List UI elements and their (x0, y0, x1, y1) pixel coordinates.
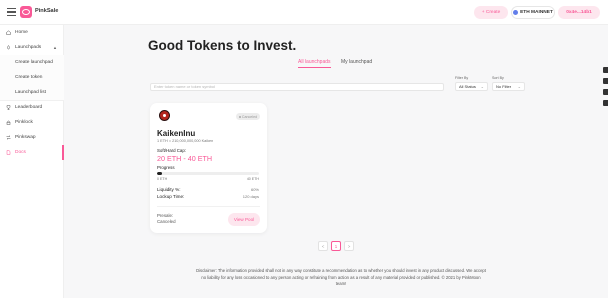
search-input[interactable]: Enter token name or token symbol (150, 83, 444, 91)
sort-select[interactable]: No Filter ⌄ (492, 82, 525, 91)
sidebar-item-launchpads[interactable]: Launchpads ▲ (0, 40, 64, 55)
chevron-down-icon: ⌄ (517, 84, 521, 89)
sidebar-item-label: Launchpad list (15, 90, 46, 95)
sidebar-item-launchpad-list[interactable]: Launchpad list (0, 85, 64, 100)
progress-label: Progress (157, 165, 175, 170)
sidebar: Home Launchpads ▲ Create launchpad Creat… (0, 25, 64, 298)
token-avatar (159, 110, 170, 121)
sidebar-item-label: Docs (15, 150, 26, 155)
view-pool-button[interactable]: View Pool (228, 213, 260, 226)
side-widget-button[interactable] (603, 89, 608, 95)
sidebar-item-home[interactable]: Home (0, 25, 64, 40)
page-title: Good Tokens to Invest. (148, 38, 297, 53)
sidebar-item-label: Leaderboard (15, 105, 43, 110)
liquidity-label: Liquidity %: (157, 187, 181, 192)
status-badge: Canceled (236, 113, 260, 120)
document-icon (6, 150, 11, 155)
sort-label: Sort By (492, 76, 504, 80)
progress-bar-fill (157, 172, 163, 175)
create-button[interactable]: + Create (474, 6, 508, 19)
progress-max: 40 ETH (246, 177, 259, 181)
sidebar-item-leaderboard[interactable]: Leaderboard (0, 100, 64, 115)
disclaimer-text: Disclaimer: The information provided sha… (196, 268, 486, 286)
cap-value: 20 ETH - 40 ETH (157, 154, 213, 163)
side-widget-button[interactable] (603, 100, 608, 106)
prev-page-button[interactable]: < (318, 241, 328, 251)
top-header: PinkSale + Create ETH MAINNET 0x4e...14b… (0, 0, 608, 25)
sidebar-item-pinkswap[interactable]: Pinkswap (0, 130, 64, 145)
filter-select[interactable]: All Status ⌄ (455, 82, 488, 91)
tab-my-launchpad[interactable]: My launchpad (341, 59, 372, 65)
sidebar-item-label: Create token (15, 75, 43, 80)
launchpad-card: Canceled KaikenInu 1 ETH = 210,000,000,0… (150, 103, 267, 233)
status-text: Canceled (241, 114, 258, 119)
swap-icon (6, 135, 11, 140)
sidebar-item-create-token[interactable]: Create token (0, 70, 64, 85)
ethereum-icon (513, 10, 519, 15)
brand-name[interactable]: PinkSale (35, 8, 58, 14)
token-name: KaikenInu (157, 129, 196, 138)
chevron-down-icon: ⌄ (480, 84, 484, 89)
sidebar-item-label: Pinkswap (15, 135, 36, 140)
token-rate: 1 ETH = 210,000,000,000 Kaiken (157, 139, 214, 143)
presale-value: Canceled (157, 219, 176, 224)
home-icon (6, 30, 11, 35)
progress-bar (157, 172, 259, 175)
lock-icon (6, 120, 11, 125)
rocket-icon (7, 45, 10, 50)
side-widget-button[interactable] (603, 67, 608, 73)
lockup-value: 120 days (242, 194, 259, 199)
next-page-button[interactable]: > (344, 241, 354, 251)
wallet-button[interactable]: 0x4e...14b1 (558, 6, 600, 19)
progress-min: 0 ETH (157, 177, 168, 181)
page-1-button[interactable]: 1 (331, 241, 341, 251)
filter-label: Filter By (455, 76, 469, 80)
status-dot-icon (238, 115, 241, 118)
chevron-up-icon: ▲ (53, 45, 57, 50)
lockup-label: Lockup Time: (157, 194, 185, 199)
menu-icon[interactable] (7, 8, 16, 16)
pinksale-logo[interactable] (20, 6, 32, 18)
sidebar-item-label: Launchpads (15, 45, 42, 50)
sidebar-item-docs[interactable]: Docs (0, 145, 64, 160)
cap-label: Soft/Hard Cap: (157, 148, 187, 153)
liquidity-value: 60% (250, 187, 259, 192)
side-widget-button[interactable] (603, 78, 608, 84)
sidebar-item-label: Home (15, 30, 28, 35)
sidebar-item-label: Pinklock (15, 120, 33, 125)
sidebar-item-label: Create launchpad (15, 60, 53, 65)
network-button[interactable]: ETH MAINNET (511, 6, 555, 19)
sort-value: No Filter (496, 84, 512, 89)
tab-all-launchpads[interactable]: All launchpads (298, 59, 331, 68)
card-divider (157, 206, 260, 207)
sidebar-item-create-launchpad[interactable]: Create launchpad (0, 55, 64, 70)
presale-label: Presale: (157, 213, 174, 218)
sidebar-item-pinklock[interactable]: Pinklock (0, 115, 64, 130)
trophy-icon (6, 105, 11, 110)
filter-value: All Status (459, 84, 476, 89)
network-label: ETH MAINNET (520, 10, 553, 15)
